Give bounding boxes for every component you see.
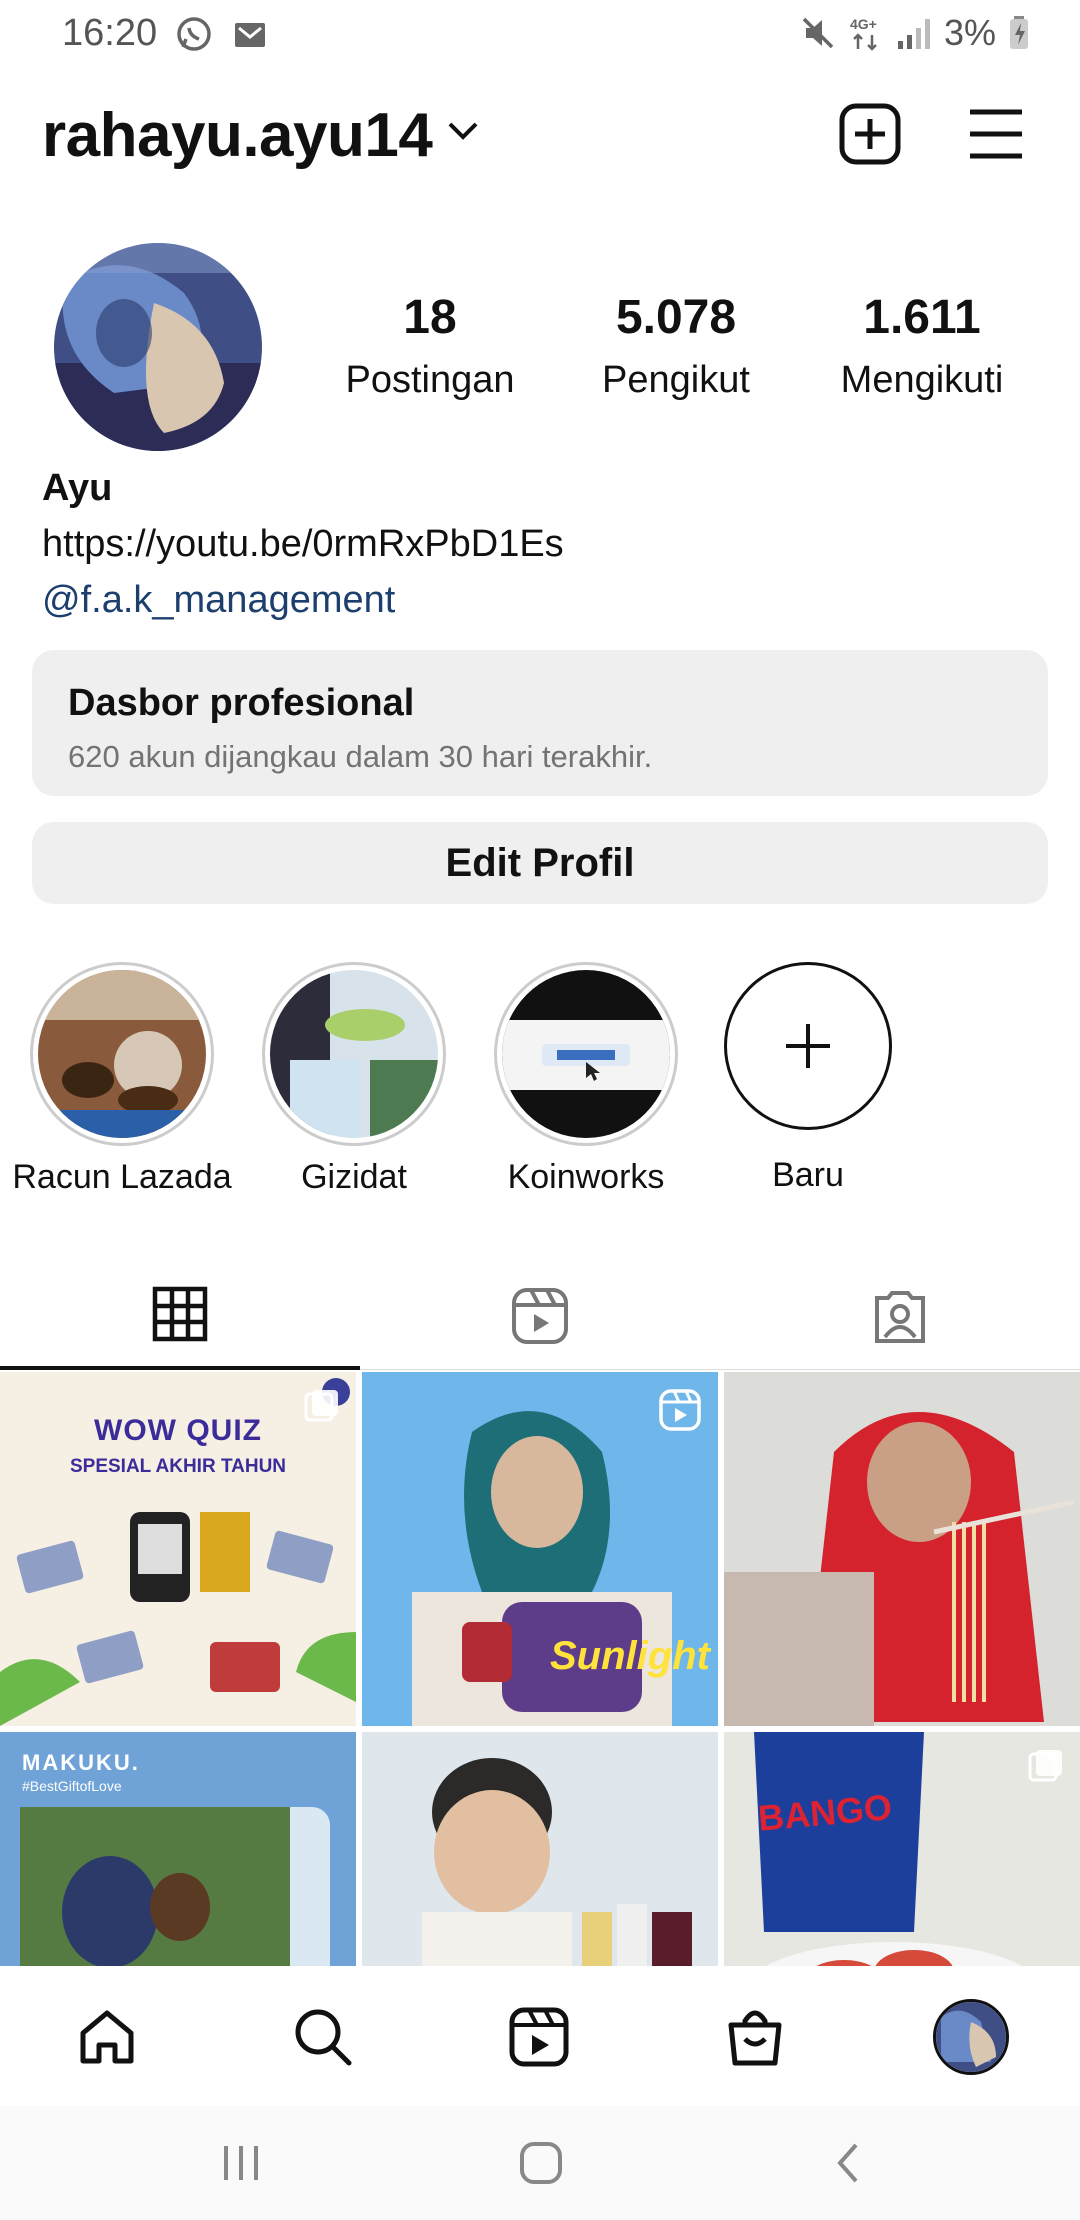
grid-post[interactable] — [362, 1732, 718, 1966]
dashboard-subtitle: 620 akun dijangkau dalam 30 hari terakhi… — [68, 739, 653, 774]
stat-value: 5.078 — [615, 291, 737, 344]
highlight-item[interactable]: Racun Lazada — [12, 962, 232, 1197]
system-navigation-bar — [0, 2106, 1080, 2220]
post-caption: Sunlight — [550, 1634, 710, 1678]
highlight-label: Racun Lazada — [12, 1158, 232, 1196]
post-subtitle: SPESIAL AKHIR TAHUN — [69, 1456, 287, 1477]
highlight-label: Baru — [772, 1156, 844, 1194]
bio-mention[interactable]: @f.a.k_management — [42, 572, 564, 628]
svg-text:4G+: 4G+ — [850, 16, 877, 32]
plus-icon — [786, 1024, 830, 1068]
battery-icon — [1010, 16, 1028, 49]
highlight-label: Koinworks — [507, 1158, 665, 1196]
tab-grid[interactable] — [0, 1262, 360, 1370]
grid-post[interactable]: WOW QUIZ SPESIAL AKHIR TAHUN — [0, 1372, 356, 1726]
battery-percentage: 3% — [943, 12, 996, 53]
nav-profile[interactable] — [930, 1996, 1012, 2078]
home-button[interactable] — [518, 2140, 564, 2186]
grid-post[interactable]: Sunlight — [362, 1372, 718, 1726]
nav-shop[interactable] — [720, 2002, 790, 2072]
nav-search[interactable] — [288, 2002, 358, 2072]
recent-apps-button[interactable] — [218, 2140, 264, 2186]
profile-bio: Ayu https://youtu.be/0rmRxPbD1Es @f.a.k_… — [42, 460, 564, 628]
dashboard-title: Dasbor profesional — [68, 682, 415, 724]
signal-icon — [897, 19, 930, 49]
post-brand: MAKUKU. — [22, 1750, 140, 1775]
search-icon — [295, 2009, 352, 2066]
reels-icon — [509, 2007, 569, 2067]
nav-reels[interactable] — [504, 2002, 574, 2072]
stat-following[interactable]: 1.611 Mengikuti — [812, 290, 1032, 402]
back-button[interactable] — [826, 2140, 872, 2186]
highlight-cover — [270, 970, 438, 1138]
status-right: 4G+ 3% — [798, 12, 1030, 54]
profile-tabs — [0, 1262, 1080, 1370]
new-highlight-button[interactable]: Baru — [724, 962, 892, 1195]
stat-label: Postingan — [345, 359, 515, 401]
grid-post[interactable]: BANGO — [724, 1732, 1080, 1966]
status-bar: 16:20 4G+ 3% — [0, 0, 1080, 64]
edit-profile-button[interactable]: Edit Profil — [32, 822, 1048, 904]
highlight-cover — [38, 970, 206, 1138]
shopping-bag-icon — [728, 2010, 782, 2066]
tab-tagged[interactable] — [720, 1262, 1080, 1370]
home-icon — [80, 2010, 134, 2064]
post-title: WOW QUIZ — [94, 1414, 262, 1447]
chevron-down-icon[interactable] — [446, 118, 480, 144]
mail-icon — [235, 23, 265, 47]
network-4g-icon: 4G+ — [850, 16, 877, 51]
whatsapp-icon — [177, 17, 211, 51]
story-highlights: Racun Lazada Gizidat Koinworks Baru — [0, 962, 1080, 1202]
nav-home[interactable] — [72, 2002, 142, 2072]
tagged-icon — [875, 1291, 925, 1343]
notification-icons — [174, 14, 270, 54]
reels-icon — [512, 1288, 568, 1344]
carousel-icon — [1028, 1750, 1062, 1782]
profile-header: rahayu.ayu14 — [0, 92, 1080, 182]
status-time: 16:20 — [62, 12, 158, 54]
highlight-label: Gizidat — [301, 1158, 407, 1196]
grid-icon — [152, 1286, 208, 1342]
stat-value: 1.611 — [863, 291, 981, 344]
grid-post[interactable]: MAKUKU. #BestGiftofLove — [0, 1732, 356, 1966]
highlight-item[interactable]: Gizidat — [262, 962, 446, 1197]
hamburger-menu-icon[interactable] — [966, 106, 1026, 162]
stat-posts[interactable]: 18 Postingan — [320, 290, 540, 402]
professional-dashboard-button[interactable]: Dasbor profesional 620 akun dijangkau da… — [32, 650, 1048, 796]
stat-label: Pengikut — [602, 359, 750, 401]
highlight-item[interactable]: Koinworks — [494, 962, 678, 1197]
reel-icon — [659, 1389, 701, 1431]
grid-post[interactable] — [724, 1372, 1080, 1726]
mute-icon — [802, 17, 834, 49]
profile-avatar[interactable] — [54, 243, 262, 451]
create-post-button[interactable] — [838, 102, 902, 166]
username-switcher[interactable]: rahayu.ayu14 — [42, 100, 433, 171]
stat-label: Mengikuti — [840, 359, 1004, 401]
bio-link[interactable]: https://youtu.be/0rmRxPbD1Es — [42, 516, 564, 572]
tab-reels[interactable] — [360, 1262, 720, 1370]
carousel-icon — [304, 1390, 338, 1422]
stat-value: 18 — [403, 291, 457, 344]
profile-name: Ayu — [42, 467, 113, 509]
stat-followers[interactable]: 5.078 Pengikut — [566, 290, 786, 402]
bottom-nav — [0, 1966, 1080, 2106]
avatar — [933, 1999, 1009, 2075]
posts-grid: WOW QUIZ SPESIAL AKHIR TAHUN Sunlight MA… — [0, 1372, 1080, 1966]
highlight-cover — [502, 970, 670, 1138]
post-hashtag: #BestGiftofLove — [22, 1778, 122, 1794]
